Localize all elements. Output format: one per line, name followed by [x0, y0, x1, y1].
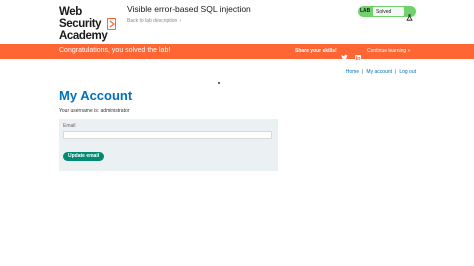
- nav-separator: |: [362, 69, 364, 75]
- email-input[interactable]: [63, 131, 272, 139]
- nav-log-out-link[interactable]: Log out: [399, 69, 416, 75]
- twitter-icon[interactable]: [341, 48, 348, 60]
- chevron-right-icon: »: [407, 48, 411, 54]
- continue-learning-label: Continue learning: [367, 48, 407, 54]
- logo-line-2: Academy: [59, 30, 108, 42]
- flask-icon: [406, 8, 413, 21]
- congratulations-message: Congratulations, you solved the lab!: [59, 47, 171, 54]
- nav-my-account-link[interactable]: My account: [366, 69, 392, 75]
- web-security-academy-logo[interactable]: Web Security Academy: [59, 6, 117, 42]
- back-to-lab-description-link[interactable]: Back to lab description ›: [127, 18, 181, 24]
- share-your-skills-label: Share your skills!: [295, 48, 337, 54]
- lab-status-badge: Solved: [373, 7, 404, 16]
- page-title: My Account: [59, 88, 133, 103]
- header: Web Security Academy Visible error-based…: [0, 0, 474, 44]
- solved-banner: Congratulations, you solved the lab! Sha…: [0, 44, 474, 61]
- email-label: Email: [63, 123, 76, 129]
- account-nav: Home | My account | Log out: [346, 69, 416, 75]
- chevron-right-icon: ›: [179, 18, 181, 24]
- username-text: Your username is: administrator: [59, 108, 130, 114]
- nav-separator: |: [395, 69, 397, 75]
- lab-status-tag: LAB: [360, 8, 371, 14]
- continue-learning-link[interactable]: Continue learning »: [367, 48, 410, 54]
- linkedin-icon[interactable]: [355, 48, 361, 61]
- lab-status-value: Solved: [376, 9, 392, 15]
- nav-home-link[interactable]: Home: [346, 69, 359, 75]
- academy-logo-icon: [107, 18, 116, 30]
- mouse-cursor: [218, 82, 220, 84]
- lab-status-widget: LAB Solved: [358, 6, 416, 21]
- back-link-label: Back to lab description: [127, 18, 178, 24]
- update-email-button[interactable]: Update email: [63, 152, 105, 161]
- lab-title: Visible error-based SQL injection: [127, 4, 251, 14]
- change-email-form: Email Update email: [59, 119, 278, 171]
